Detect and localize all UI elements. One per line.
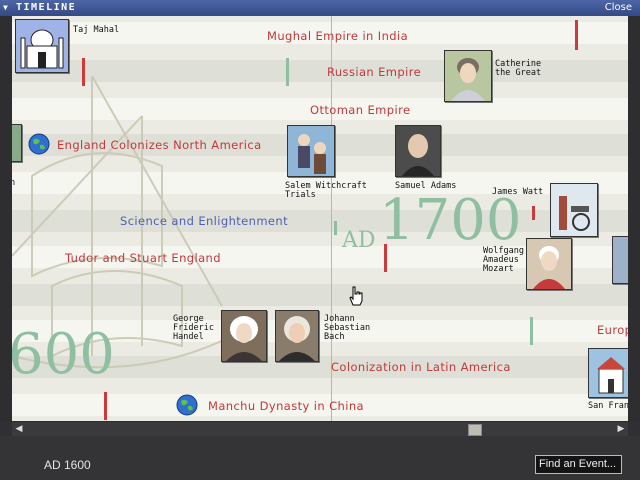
san-francisco-label: San Fran [588, 401, 628, 411]
catherine-label: Catherine the Great [495, 59, 542, 78]
globe-icon[interactable] [28, 133, 50, 155]
mozart-label: Wolfgang Amadeus Mozart [483, 246, 524, 274]
scroll-thumb[interactable] [468, 424, 482, 436]
event-start-marker [334, 221, 337, 235]
event-europe-partial[interactable]: Europ [597, 323, 628, 337]
timeline-canvas[interactable]: Taj Mahal Mughal Empire in India Russian… [12, 16, 628, 421]
taj-mahal-icon[interactable] [15, 19, 69, 73]
event-start-marker [286, 58, 289, 86]
salem-label: Salem Witchcraft Trials [285, 181, 367, 200]
hand-cursor-icon [349, 286, 363, 306]
event-mughal-empire[interactable]: Mughal Empire in India [267, 29, 408, 43]
event-ottoman-empire[interactable]: Ottoman Empire [310, 103, 410, 117]
salem-witchcraft-trials-image[interactable] [287, 125, 335, 177]
event-russian-empire[interactable]: Russian Empire [327, 65, 421, 79]
event-end-marker [575, 20, 578, 50]
cut-off-portrait[interactable] [12, 124, 22, 162]
year-1600-marker: 600 [12, 322, 115, 387]
mozart-portrait[interactable] [526, 238, 572, 290]
taj-mahal-label: Taj Mahal [73, 25, 120, 35]
event-manchu-dynasty[interactable]: Manchu Dynasty in China [208, 399, 364, 413]
year-prefix: AD [342, 228, 376, 253]
handel-portrait[interactable] [221, 310, 267, 362]
event-colonization-latin-america[interactable]: Colonization in Latin America [331, 360, 511, 374]
scroll-left-arrow-icon[interactable]: ◀ [12, 422, 26, 436]
find-event-button[interactable]: Find an Event... [535, 455, 622, 474]
handel-label: George Frideric Handel [173, 314, 214, 342]
catherine-the-great-portrait[interactable] [444, 50, 492, 102]
event-start-marker [104, 392, 107, 420]
window-titlebar: ▼ TIMELINE Close [0, 0, 640, 16]
bach-label: Johann Sebastian Bach [324, 314, 371, 342]
event-tudor-stuart-england[interactable]: Tudor and Stuart England [65, 251, 221, 265]
mission-church-image[interactable] [588, 348, 628, 398]
event-start-marker [532, 206, 535, 220]
event-start-marker [82, 58, 85, 86]
steam-engine-image[interactable] [550, 183, 598, 237]
samuel-adams-portrait[interactable] [395, 125, 441, 177]
event-england-colonizes[interactable]: England Colonizes North America [57, 138, 262, 152]
scroll-right-arrow-icon[interactable]: ▶ [614, 422, 628, 436]
year-1700-marker: 1700 [379, 188, 522, 253]
bach-portrait[interactable] [275, 310, 319, 362]
cut-off-label: n [12, 178, 16, 188]
collapse-triangle-icon[interactable]: ▼ [3, 0, 8, 16]
globe-icon[interactable] [176, 394, 198, 416]
event-end-marker [384, 244, 387, 272]
close-button[interactable]: Close [605, 0, 632, 16]
event-start-marker [530, 317, 533, 345]
event-science-enlightenment[interactable]: Science and Enlightenment [120, 214, 288, 228]
current-date-label: AD 1600 [44, 458, 91, 472]
cut-off-portrait-right[interactable] [612, 236, 628, 284]
window-title: TIMELINE [16, 2, 77, 13]
horizontal-scrollbar[interactable]: ◀ ▶ [12, 422, 628, 436]
